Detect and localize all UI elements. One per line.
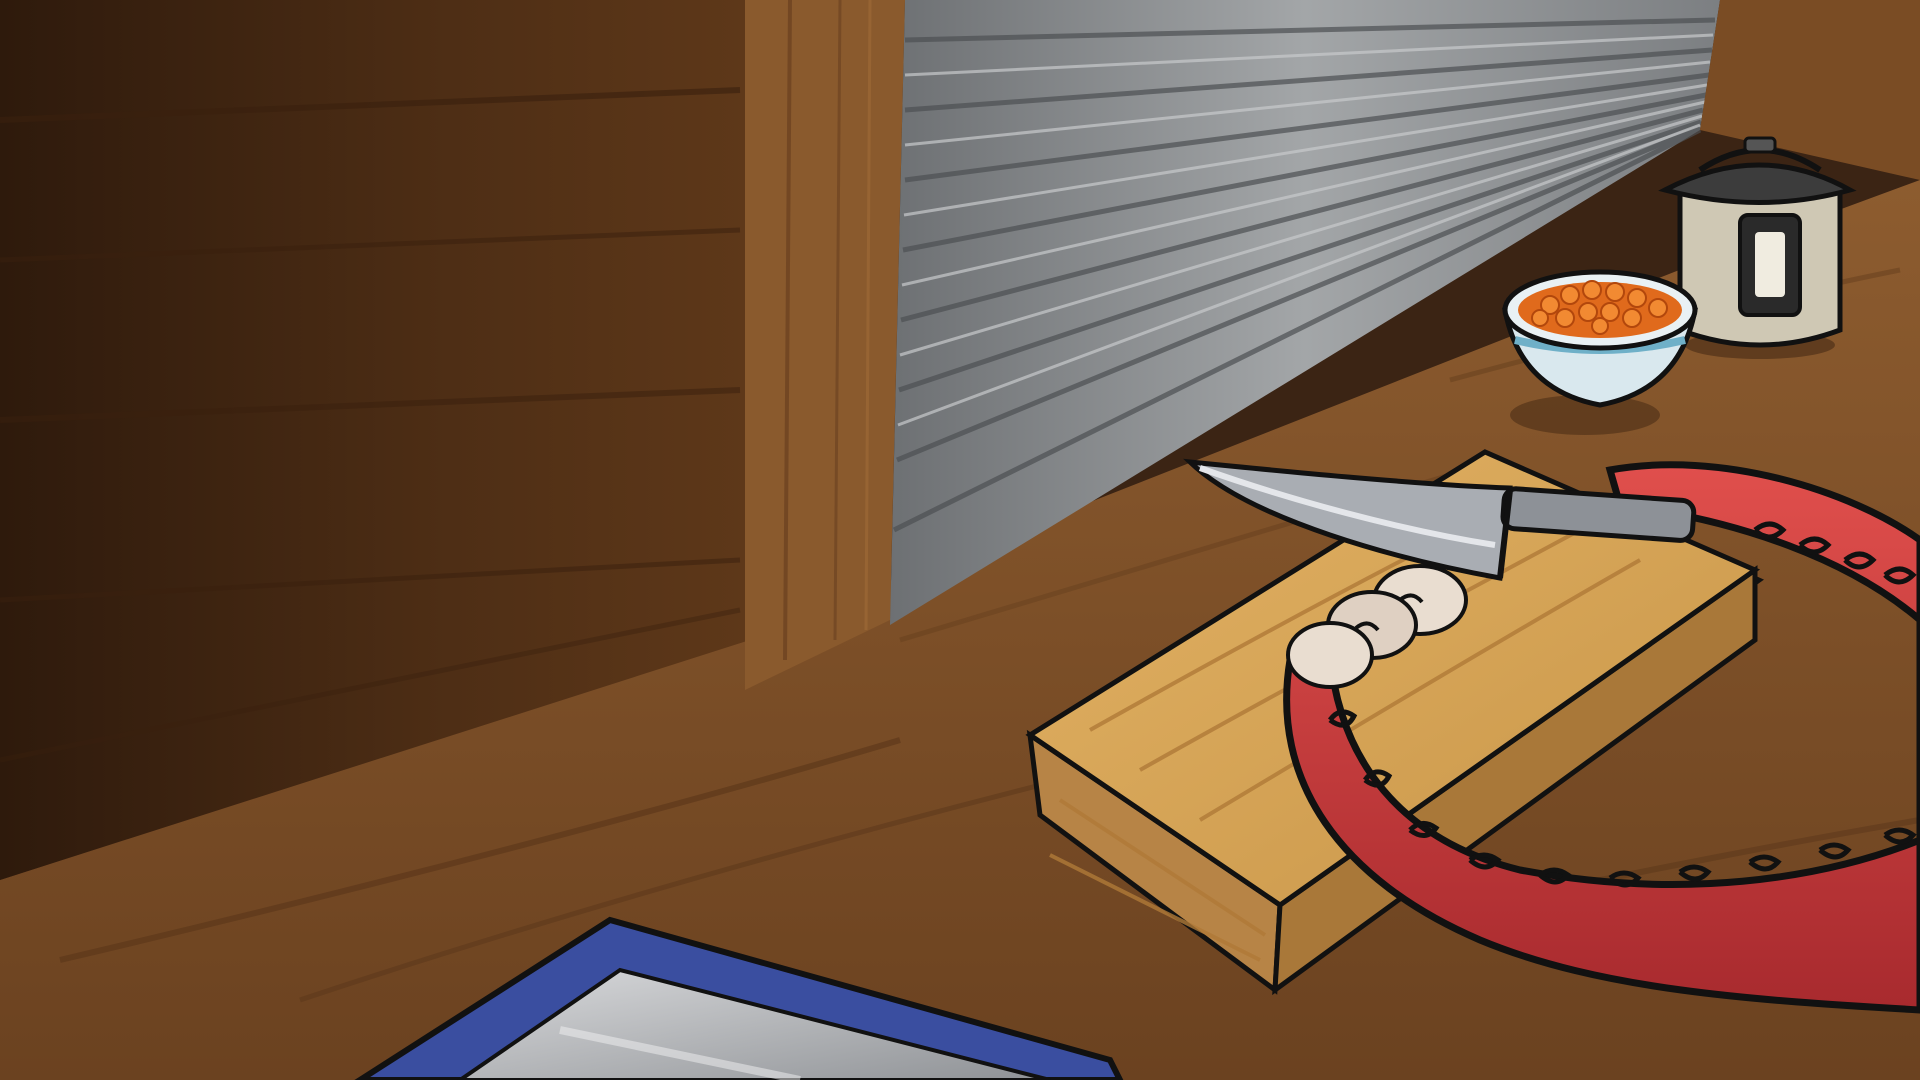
game-scene: [0, 0, 1920, 1080]
